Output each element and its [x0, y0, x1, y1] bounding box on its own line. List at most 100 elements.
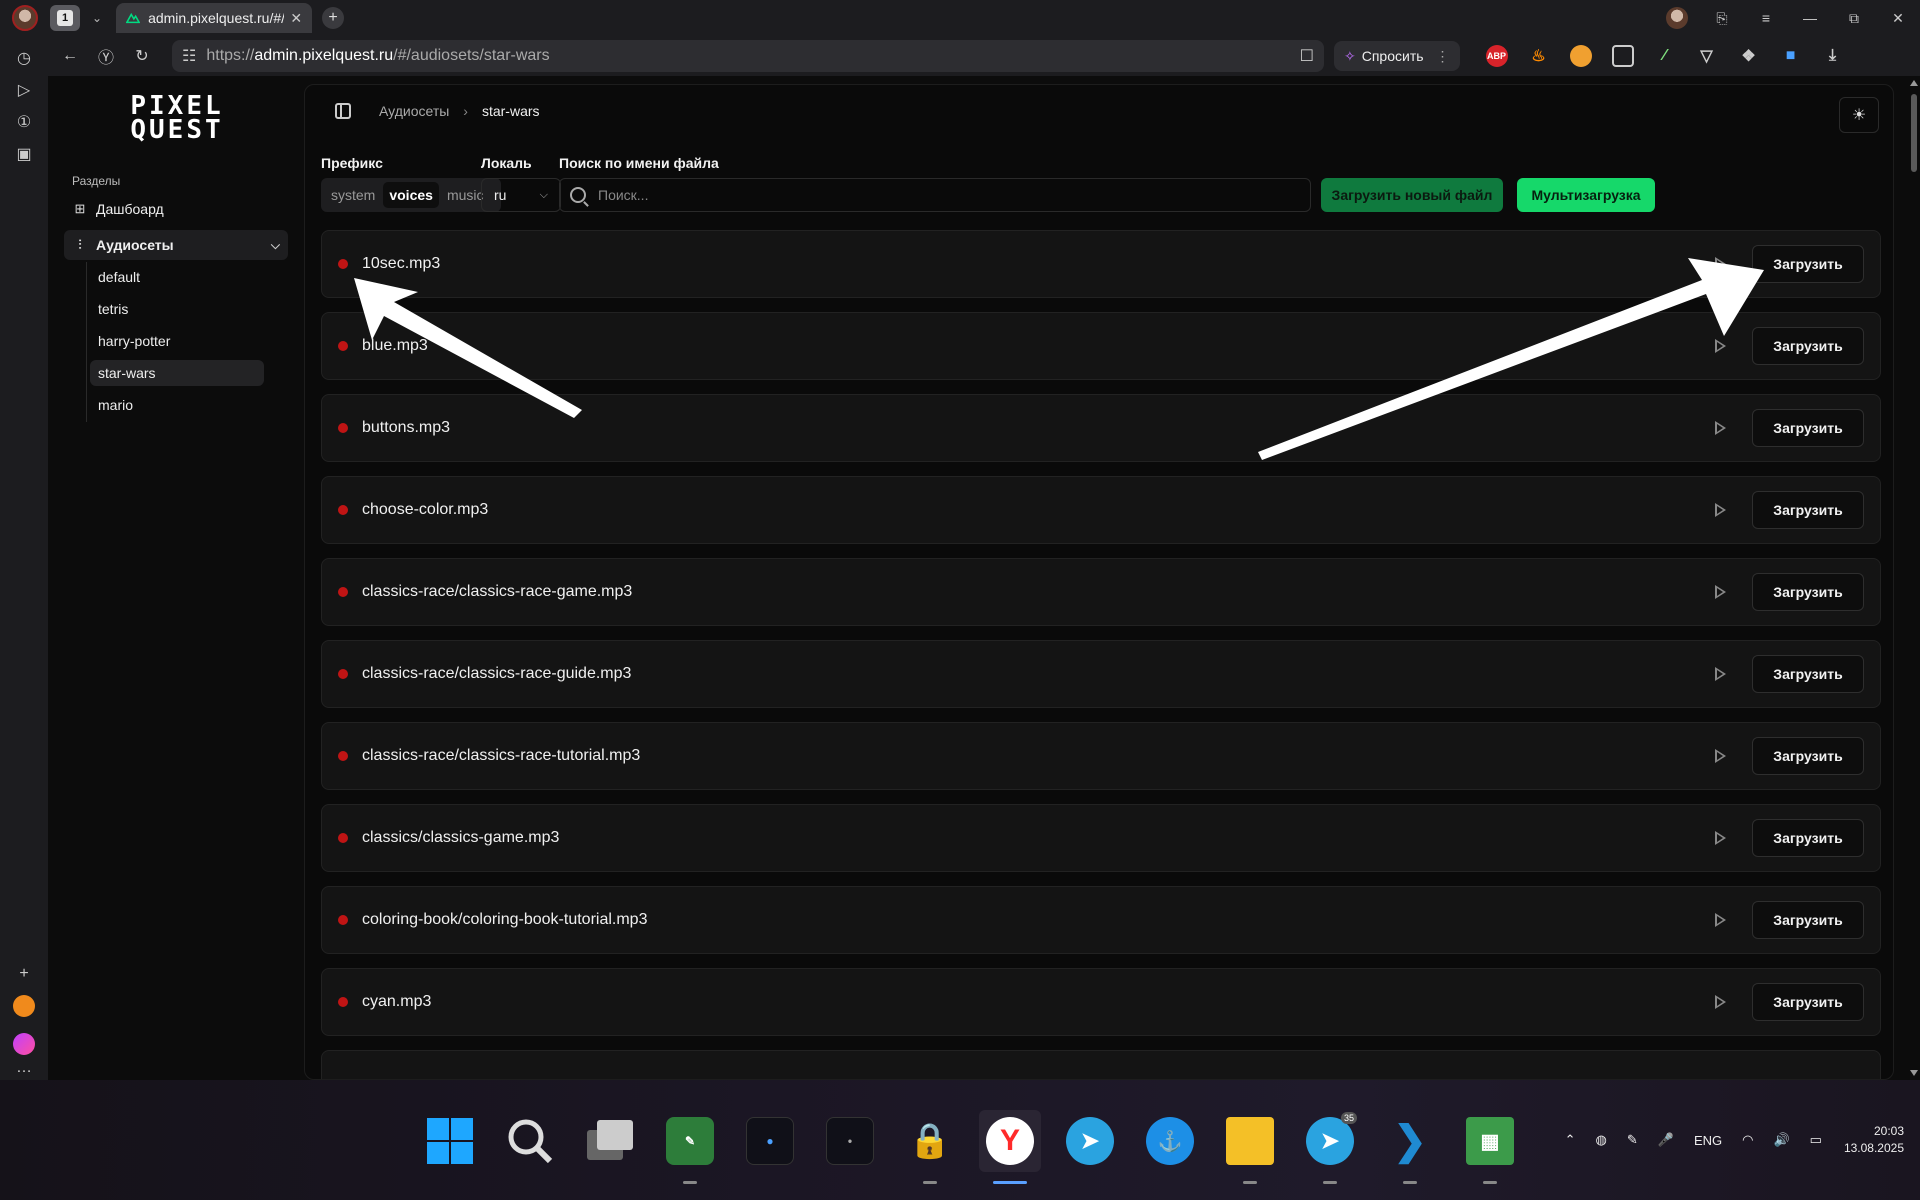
- language-indicator[interactable]: ENG: [1694, 1133, 1722, 1148]
- ask-more-icon[interactable]: ⋮: [1436, 48, 1450, 65]
- upload-button[interactable]: Загрузить: [1752, 491, 1864, 529]
- telegram-app-2[interactable]: ➤ 35: [1299, 1110, 1361, 1184]
- prefix-option-voices[interactable]: voices: [383, 182, 439, 208]
- close-tab-icon[interactable]: ✕: [290, 10, 302, 27]
- app-window-2[interactable]: •: [819, 1110, 881, 1172]
- upload-button[interactable]: Загрузить: [1752, 655, 1864, 693]
- reader-extension-icon[interactable]: [1611, 45, 1634, 67]
- play-icon[interactable]: [1712, 666, 1728, 682]
- screenshot-icon[interactable]: ▣: [12, 142, 36, 166]
- scroll-thumb[interactable]: [1911, 94, 1917, 172]
- browser-tab-active[interactable]: admin.pixelquest.ru/#/a ✕: [116, 3, 313, 33]
- chevron-up-icon[interactable]: ⌃: [1565, 1132, 1576, 1148]
- downloads-icon[interactable]: ⤓: [1822, 45, 1844, 67]
- audioset-item-harry-potter[interactable]: harry-potter: [90, 328, 264, 354]
- play-icon[interactable]: [1712, 338, 1728, 354]
- task-view-button[interactable]: [579, 1110, 641, 1172]
- upload-button[interactable]: Загрузить: [1752, 819, 1864, 857]
- play-icon[interactable]: [1712, 502, 1728, 518]
- upload-button[interactable]: Загрузить: [1752, 737, 1864, 775]
- sidebar-item-dashboard[interactable]: ⊞ Дашбоард: [64, 194, 288, 224]
- upload-button[interactable]: Загрузить: [1752, 901, 1864, 939]
- sidebar-toggle-icon[interactable]: [335, 103, 351, 119]
- file-explorer-app[interactable]: [1219, 1110, 1281, 1184]
- yandex-icon[interactable]: Ⓨ: [88, 44, 124, 68]
- extensions-icon[interactable]: ❖: [1738, 45, 1760, 67]
- battery-icon[interactable]: ▭: [1810, 1132, 1822, 1148]
- download-manager-icon[interactable]: ■: [1780, 45, 1802, 67]
- site-info-icon[interactable]: ☷: [182, 46, 196, 66]
- audioset-item-tetris[interactable]: tetris: [90, 296, 264, 322]
- upload-new-file-button[interactable]: Загрузить новый файл: [1321, 178, 1503, 212]
- play-icon[interactable]: [1712, 420, 1728, 436]
- more-icon[interactable]: …: [12, 1056, 36, 1080]
- audioset-item-mario[interactable]: mario: [90, 392, 264, 418]
- sidebar-item-audiosets[interactable]: ⫶ Аудиосеты ⌵: [64, 230, 288, 260]
- scroll-down-icon[interactable]: [1910, 1070, 1918, 1076]
- bear-extension-icon[interactable]: [1569, 45, 1592, 67]
- collections-icon[interactable]: ⎘: [1700, 10, 1744, 27]
- vscode-app[interactable]: ❯: [1379, 1110, 1441, 1184]
- tab-number-icon[interactable]: ①: [12, 110, 36, 134]
- fire-extension-icon[interactable]: ♨: [1528, 45, 1550, 67]
- yandex-browser-app[interactable]: Y: [979, 1110, 1041, 1184]
- upload-button[interactable]: Загрузить: [1752, 409, 1864, 447]
- network-app-icon[interactable]: ◍: [1596, 1132, 1607, 1148]
- bookmark-icon[interactable]: ☐: [1300, 46, 1314, 66]
- play-icon[interactable]: [1712, 912, 1728, 928]
- history-icon[interactable]: ◷: [12, 46, 36, 70]
- restore-icon[interactable]: ⧉: [1832, 10, 1876, 27]
- play-icon[interactable]: [1712, 748, 1728, 764]
- upload-button[interactable]: Загрузить: [1752, 573, 1864, 611]
- upload-button[interactable]: Загрузить: [1752, 983, 1864, 1021]
- tab-list-chevron-icon[interactable]: ⌄: [92, 11, 102, 25]
- new-tab-button[interactable]: +: [322, 7, 345, 29]
- add-panel-icon[interactable]: +: [12, 962, 36, 986]
- play-icon[interactable]: [1712, 830, 1728, 846]
- prefix-option-system[interactable]: system: [325, 182, 381, 208]
- multi-upload-button[interactable]: Мультизагрузка: [1517, 178, 1655, 212]
- pen-icon[interactable]: ✎: [1627, 1132, 1638, 1148]
- upload-button[interactable]: Загрузить: [1752, 327, 1864, 365]
- page-scrollbar[interactable]: [1908, 76, 1920, 1080]
- mail-icon[interactable]: [12, 994, 36, 1018]
- ask-button[interactable]: ✧ Спросить ⋮: [1334, 41, 1460, 71]
- upload-button[interactable]: Загрузить: [1752, 245, 1864, 283]
- start-button[interactable]: [419, 1110, 481, 1172]
- spreadsheet-app[interactable]: ▦: [1459, 1110, 1521, 1184]
- close-window-icon[interactable]: ✕: [1876, 10, 1920, 27]
- play-icon[interactable]: [1712, 256, 1728, 272]
- play-icon[interactable]: [1712, 994, 1728, 1010]
- scroll-up-icon[interactable]: [1910, 80, 1918, 86]
- adblock-icon[interactable]: ABP: [1485, 45, 1508, 67]
- vue-devtools-icon[interactable]: ▽: [1696, 45, 1718, 67]
- chevron-down-icon[interactable]: ⌵: [271, 238, 280, 253]
- search-input[interactable]: [598, 187, 1300, 203]
- address-bar[interactable]: ☷ https:// admin.pixelquest.ru /#/audios…: [172, 40, 1324, 72]
- play-icon[interactable]: [1712, 584, 1728, 600]
- alice-icon[interactable]: [12, 1032, 36, 1056]
- audioset-item-default[interactable]: default: [90, 264, 264, 290]
- lock-app[interactable]: 🔒: [899, 1110, 961, 1184]
- minimize-icon[interactable]: —: [1788, 10, 1832, 26]
- video-icon[interactable]: ▷: [12, 78, 36, 102]
- clock[interactable]: 20:03 13.08.2025: [1844, 1123, 1904, 1157]
- wifi-icon[interactable]: ◠: [1742, 1132, 1753, 1148]
- menu-icon[interactable]: ≡: [1744, 10, 1788, 26]
- breadcrumb-root[interactable]: Аудиосеты: [379, 103, 449, 119]
- docker-app[interactable]: ⚓: [1139, 1110, 1201, 1172]
- locale-select[interactable]: ru ⌵: [481, 178, 561, 212]
- account-avatar[interactable]: [1666, 7, 1688, 29]
- reload-icon[interactable]: ↻: [124, 46, 160, 66]
- microphone-icon[interactable]: 🎤: [1658, 1132, 1674, 1148]
- audioset-item-star-wars[interactable]: star-wars: [90, 360, 264, 386]
- back-icon[interactable]: ←: [52, 47, 88, 65]
- notepad-app[interactable]: ✎: [659, 1110, 721, 1184]
- app-window-1[interactable]: ●: [739, 1110, 801, 1172]
- telegram-app[interactable]: ➤: [1059, 1110, 1121, 1172]
- volume-icon[interactable]: 🔊: [1773, 1132, 1789, 1148]
- search-taskbar-button[interactable]: [499, 1110, 561, 1172]
- profile-avatar[interactable]: [12, 5, 38, 31]
- pipette-extension-icon[interactable]: ∕: [1654, 45, 1676, 67]
- tab-counter-button[interactable]: 1: [50, 5, 80, 31]
